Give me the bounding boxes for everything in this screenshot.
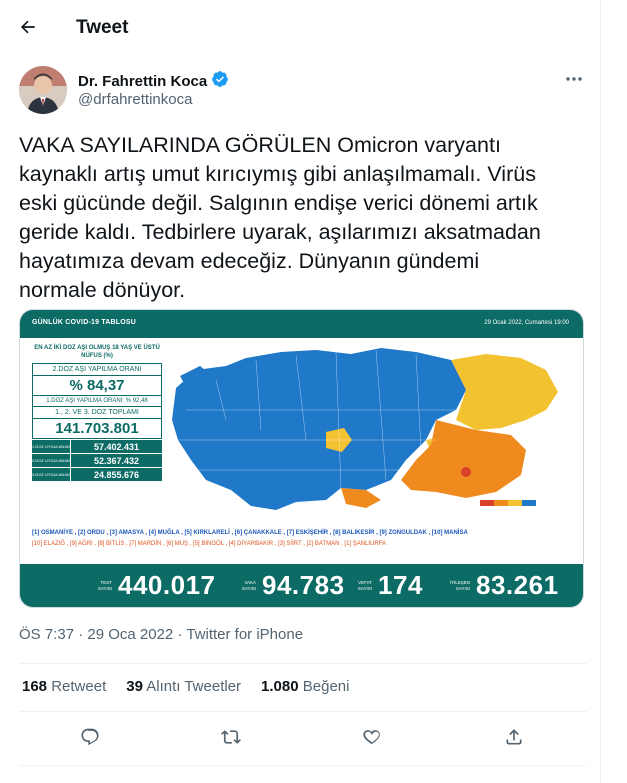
legend-swatch	[522, 500, 536, 506]
author-handle[interactable]: @drfahrettinkoca	[78, 91, 192, 108]
stat-label: VEFAT SAYISI	[357, 579, 372, 591]
arrow-left-icon[interactable]	[16, 15, 40, 39]
author-name[interactable]: Dr. Fahrettin Koca	[78, 70, 229, 92]
dose-value: 52.367.432	[70, 454, 162, 467]
map-region-orange	[341, 488, 381, 508]
stat-cases: VAKA SAYISI 94.783	[230, 570, 345, 601]
infographic-date: 29 Ocak 2022, Cumartesi 19:00	[484, 320, 569, 326]
stat-label: VAKA SAYISI	[241, 579, 256, 591]
stat-value: 94.783	[262, 570, 345, 600]
legend-swatch	[508, 500, 522, 506]
tweet-actions	[0, 723, 601, 753]
legend-swatch	[480, 500, 494, 506]
vaccine-panel: EN AZ İKİ DOZ AŞI OLMUŞ 18 YAŞ VE ÜSTÜ N…	[32, 344, 162, 481]
author-name-text[interactable]: Dr. Fahrettin Koca	[78, 73, 207, 90]
divider	[19, 765, 587, 766]
count-number: 168	[22, 678, 48, 695]
avatar[interactable]	[19, 66, 67, 114]
count-label: Beğeni	[302, 678, 350, 695]
dose1-rate: 1.DOZ AŞI YAPILMA ORANI: % 92,48	[33, 395, 161, 407]
stat-deaths: VEFAT SAYISI 174	[346, 570, 423, 601]
count-number: 39	[126, 678, 143, 695]
page-title: Tweet	[76, 17, 129, 38]
like-count[interactable]: 1.080 Beğeni	[261, 678, 349, 695]
stat-value: 83.261	[476, 570, 559, 600]
dose2-box: 2.DOZ AŞI YAPILMA ORANI % 84,37 1.DOZ AŞ…	[32, 363, 162, 439]
dose-value: 57.402.431	[70, 440, 162, 453]
city-rankings: [1] OSMANİYE , [2] ORDU , [3] AMASYA , […	[32, 528, 572, 550]
retweet-icon[interactable]	[219, 725, 243, 749]
page-header: Tweet	[0, 0, 601, 53]
tweet-text: VAKA SAYILARINDA GÖRÜLEN Omicron varyant…	[19, 133, 541, 302]
divider	[19, 663, 587, 664]
dose-label: 1.DOZ UYGULANAN	[32, 440, 70, 453]
quote-count[interactable]: 39 Alıntı Tweetler	[126, 678, 241, 695]
infographic-title: GÜNLÜK COVID-19 TABLOSU	[32, 319, 137, 326]
dose-row: 3.DOZ UYGULANAN 24.855.676	[32, 468, 162, 481]
dose-label: 2.DOZ UYGULANAN	[32, 454, 70, 467]
tweet-image[interactable]: GÜNLÜK COVID-19 TABLOSU 29 Ocak 2022, Cu…	[19, 309, 584, 608]
dose-row: 2.DOZ UYGULANAN 52.367.432	[32, 454, 162, 467]
turkey-map	[166, 340, 578, 522]
count-label: Alıntı Tweetler	[146, 678, 242, 695]
divider	[19, 711, 587, 712]
count-label: Retweet	[51, 678, 107, 695]
dose-label: 3.DOZ UYGULANAN	[32, 468, 70, 481]
stat-label: İYİLEŞEN SAYISI	[449, 579, 470, 591]
reply-icon[interactable]	[78, 725, 102, 749]
dose-row: 1.DOZ UYGULANAN 57.402.431	[32, 440, 162, 453]
map-region-red	[461, 467, 471, 477]
stat-label: TEST SAYISI	[97, 579, 112, 591]
infographic-header: GÜNLÜK COVID-19 TABLOSU 29 Ocak 2022, Cu…	[20, 310, 583, 338]
more-options-icon[interactable]	[562, 70, 586, 88]
retweet-count[interactable]: 168 Retweet	[22, 678, 106, 695]
map-region-yellow	[451, 354, 558, 430]
dose2-value: % 84,37	[69, 377, 125, 394]
verified-badge-icon	[211, 70, 229, 92]
total-value: 141.703.801	[55, 420, 139, 437]
stat-test: TEST SAYISI 440.017	[86, 570, 215, 601]
vaccine-panel-heading: EN AZ İKİ DOZ AŞI OLMUŞ 18 YAŞ VE ÜSTÜ N…	[34, 345, 160, 359]
highest-cities: [10] ELAZIĞ , [9] AĞRI , [8] BİTLİS , [7…	[32, 541, 387, 547]
stat-value: 174	[378, 570, 423, 600]
stats-bar: TEST SAYISI 440.017 VAKA SAYISI 94.783 V…	[20, 564, 583, 607]
dose2-label: 2.DOZ AŞI YAPILMA ORANI	[33, 364, 161, 376]
legend-swatch	[494, 500, 508, 506]
tweet-timestamp[interactable]: ÖS 7:37 · 29 Oca 2022 · Twitter for iPho…	[19, 626, 303, 643]
share-icon[interactable]	[502, 725, 526, 749]
dose-value: 24.855.676	[70, 468, 162, 481]
total-label: 1., 2. VE 3. DOZ TOPLAMI	[33, 407, 161, 419]
count-number: 1.080	[261, 678, 299, 695]
like-icon[interactable]	[360, 725, 384, 749]
tweet-page: Tweet Dr. Fahrettin Koca @drfahrettinkoc…	[0, 0, 601, 783]
lowest-cities: [1] OSMANİYE , [2] ORDU , [3] AMASYA , […	[32, 530, 468, 536]
map-legend	[480, 500, 536, 506]
engagement-counts: 168 Retweet 39 Alıntı Tweetler 1.080 Beğ…	[22, 678, 349, 695]
stat-recovered: İYİLEŞEN SAYISI 83.261	[444, 570, 559, 601]
stat-value: 440.017	[118, 570, 216, 600]
